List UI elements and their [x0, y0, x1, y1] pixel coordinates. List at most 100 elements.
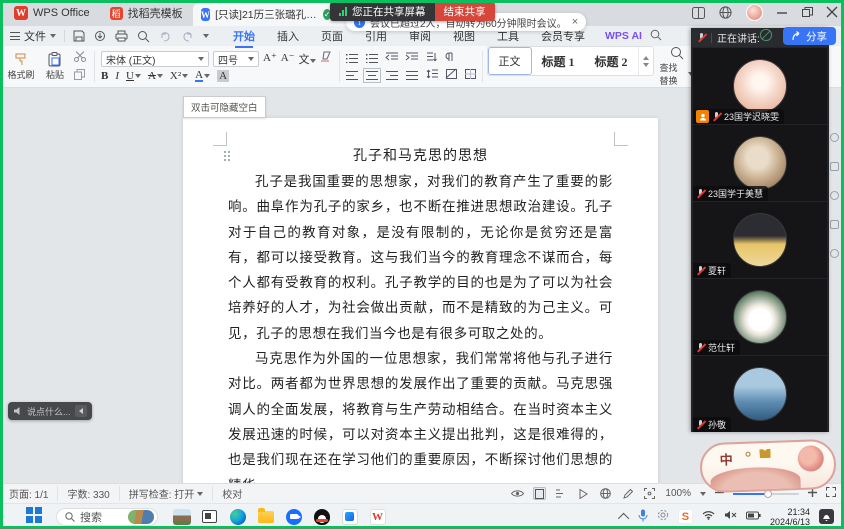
bold-button[interactable]: B — [101, 70, 108, 82]
edge-app[interactable] — [228, 507, 247, 526]
tab-insert[interactable]: 插入 — [267, 26, 309, 46]
taskbar-search[interactable]: 搜索 — [56, 508, 158, 526]
grow-font-button[interactable]: A⁺ — [263, 51, 277, 67]
tray-expand-icon[interactable] — [618, 512, 629, 523]
notification-bell-icon[interactable] — [819, 509, 834, 524]
underline-button[interactable]: U — [126, 70, 134, 82]
style-heading1[interactable]: 标题 1 — [532, 47, 585, 75]
find-replace-button[interactable]: 查找替换 — [660, 46, 694, 87]
superscript-button[interactable]: X² — [170, 70, 181, 82]
italic-button[interactable]: I — [115, 70, 119, 82]
battery-icon[interactable] — [746, 511, 761, 523]
shrink-font-button[interactable]: A⁻ — [281, 51, 295, 67]
task-view-button[interactable] — [200, 507, 219, 526]
rail-edit-icon[interactable] — [830, 220, 839, 229]
qq-app[interactable] — [312, 507, 331, 526]
tab-home[interactable]: 开始 — [223, 26, 265, 46]
border-icon[interactable] — [465, 69, 476, 82]
bullet-list-icon[interactable] — [346, 54, 358, 63]
ime-skin-widget[interactable]: 中 — [699, 439, 837, 494]
document-page[interactable]: 孔子和马克思的思想 孔子是我国重要的思想家，对我们的教育产生了重要的影响。曲阜作… — [183, 118, 658, 483]
stop-share-button[interactable]: 结束共享 — [435, 2, 495, 21]
cut-icon[interactable] — [74, 51, 86, 65]
globe-icon[interactable] — [719, 6, 732, 19]
pen-annotate-icon[interactable] — [621, 487, 634, 500]
chat-collapse-button[interactable] — [75, 405, 87, 417]
spellcheck-status[interactable]: 拼写检查: 打开 — [120, 486, 214, 501]
tray-settings-icon[interactable] — [657, 509, 669, 524]
docs-app[interactable] — [340, 507, 359, 526]
tray-mic-icon[interactable] — [638, 509, 648, 525]
wps-ai-button[interactable]: WPS AI — [605, 30, 642, 42]
align-justify-icon[interactable] — [406, 71, 418, 80]
zoom-slider[interactable] — [733, 493, 799, 495]
notice-close-icon[interactable]: × — [572, 16, 578, 28]
number-list-icon[interactable] — [366, 54, 378, 63]
align-center-icon[interactable] — [366, 71, 378, 80]
docer-template-tab[interactable]: 稻 找稻壳模板 — [100, 0, 193, 26]
clear-format-icon[interactable] — [320, 51, 333, 67]
format-painter-button[interactable]: 格式刷 — [4, 52, 38, 81]
styles-scroll[interactable] — [638, 47, 653, 75]
outline-view-icon[interactable] — [555, 487, 568, 500]
paste-button[interactable]: 粘贴 — [38, 52, 72, 81]
style-body-text[interactable]: 正文 — [488, 47, 532, 75]
rail-settings-icon[interactable] — [830, 162, 839, 171]
print-icon[interactable] — [115, 30, 128, 42]
fullscreen-icon[interactable] — [826, 487, 836, 500]
indent-icon[interactable] — [406, 52, 418, 65]
zoom-caret-icon[interactable] — [700, 492, 706, 496]
text-effects-button[interactable]: 文 — [299, 54, 310, 66]
tab-page[interactable]: 页面 — [311, 26, 353, 46]
file-menu[interactable]: 文件 — [0, 28, 64, 44]
document-tab-active[interactable]: W [只读]21历三张璐孔子和马克... ✓ × — [193, 3, 353, 26]
participant-tile[interactable]: 23国学于美慧 — [693, 125, 827, 201]
font-color-button[interactable]: A — [195, 70, 203, 82]
wps-home-tab[interactable]: W WPS Office — [4, 0, 100, 26]
wps-app[interactable]: W — [368, 507, 387, 526]
volume-muted-icon[interactable] — [724, 510, 737, 523]
start-button[interactable] — [26, 507, 42, 526]
eye-protect-icon[interactable] — [511, 487, 524, 500]
restore-button[interactable] — [802, 7, 813, 18]
copy-icon[interactable] — [74, 69, 86, 83]
style-heading2[interactable]: 标题 2 — [585, 47, 638, 75]
line-spacing-icon[interactable] — [426, 69, 438, 82]
protect-mode-icon[interactable] — [759, 28, 773, 45]
paragraph-drag-handle-icon[interactable] — [223, 150, 231, 162]
participant-tile[interactable]: 范仕轩 — [693, 279, 827, 355]
command-search-icon[interactable] — [650, 29, 662, 44]
search-highlight-icon[interactable] — [172, 507, 191, 526]
file-explorer-app[interactable] — [256, 507, 275, 526]
minimize-button[interactable] — [777, 7, 788, 18]
redo-icon[interactable] — [181, 31, 194, 42]
participant-tile[interactable]: 孙敬 — [693, 356, 827, 432]
outdent-icon[interactable] — [386, 52, 398, 65]
font-size-select[interactable]: 四号 — [213, 51, 259, 67]
font-name-select[interactable]: 宋体 (正文) — [101, 51, 209, 67]
page-view-icon[interactable] — [533, 487, 546, 500]
rail-search-icon[interactable] — [830, 133, 839, 142]
highlight-button[interactable]: A — [217, 70, 229, 82]
share-document-button[interactable]: 分享 — [783, 27, 836, 45]
close-button[interactable] — [827, 7, 838, 18]
search-highlight-image[interactable] — [128, 510, 154, 524]
split-view-icon[interactable] — [692, 7, 705, 19]
shading-icon[interactable] — [446, 69, 457, 82]
proofread-button[interactable]: 校对 — [213, 486, 251, 501]
word-count[interactable]: 字数: 330 — [58, 486, 119, 501]
zoom-level[interactable]: 100% — [665, 488, 691, 499]
rail-help-icon[interactable] — [830, 249, 839, 258]
save-icon[interactable] — [73, 30, 85, 42]
fit-page-icon[interactable] — [643, 487, 656, 500]
redo-caret-icon[interactable] — [203, 34, 209, 38]
rail-download-icon[interactable] — [830, 191, 839, 200]
preview-icon[interactable] — [137, 30, 150, 42]
meeting-chat-pill[interactable]: 说点什么... — [8, 402, 92, 420]
web-view-icon[interactable] — [599, 487, 612, 500]
sort-icon[interactable] — [426, 52, 437, 65]
sogou-ime-icon[interactable]: S — [678, 509, 693, 524]
play-presentation-icon[interactable] — [577, 487, 590, 500]
align-right-icon[interactable] — [386, 71, 398, 80]
account-avatar[interactable] — [746, 4, 763, 21]
